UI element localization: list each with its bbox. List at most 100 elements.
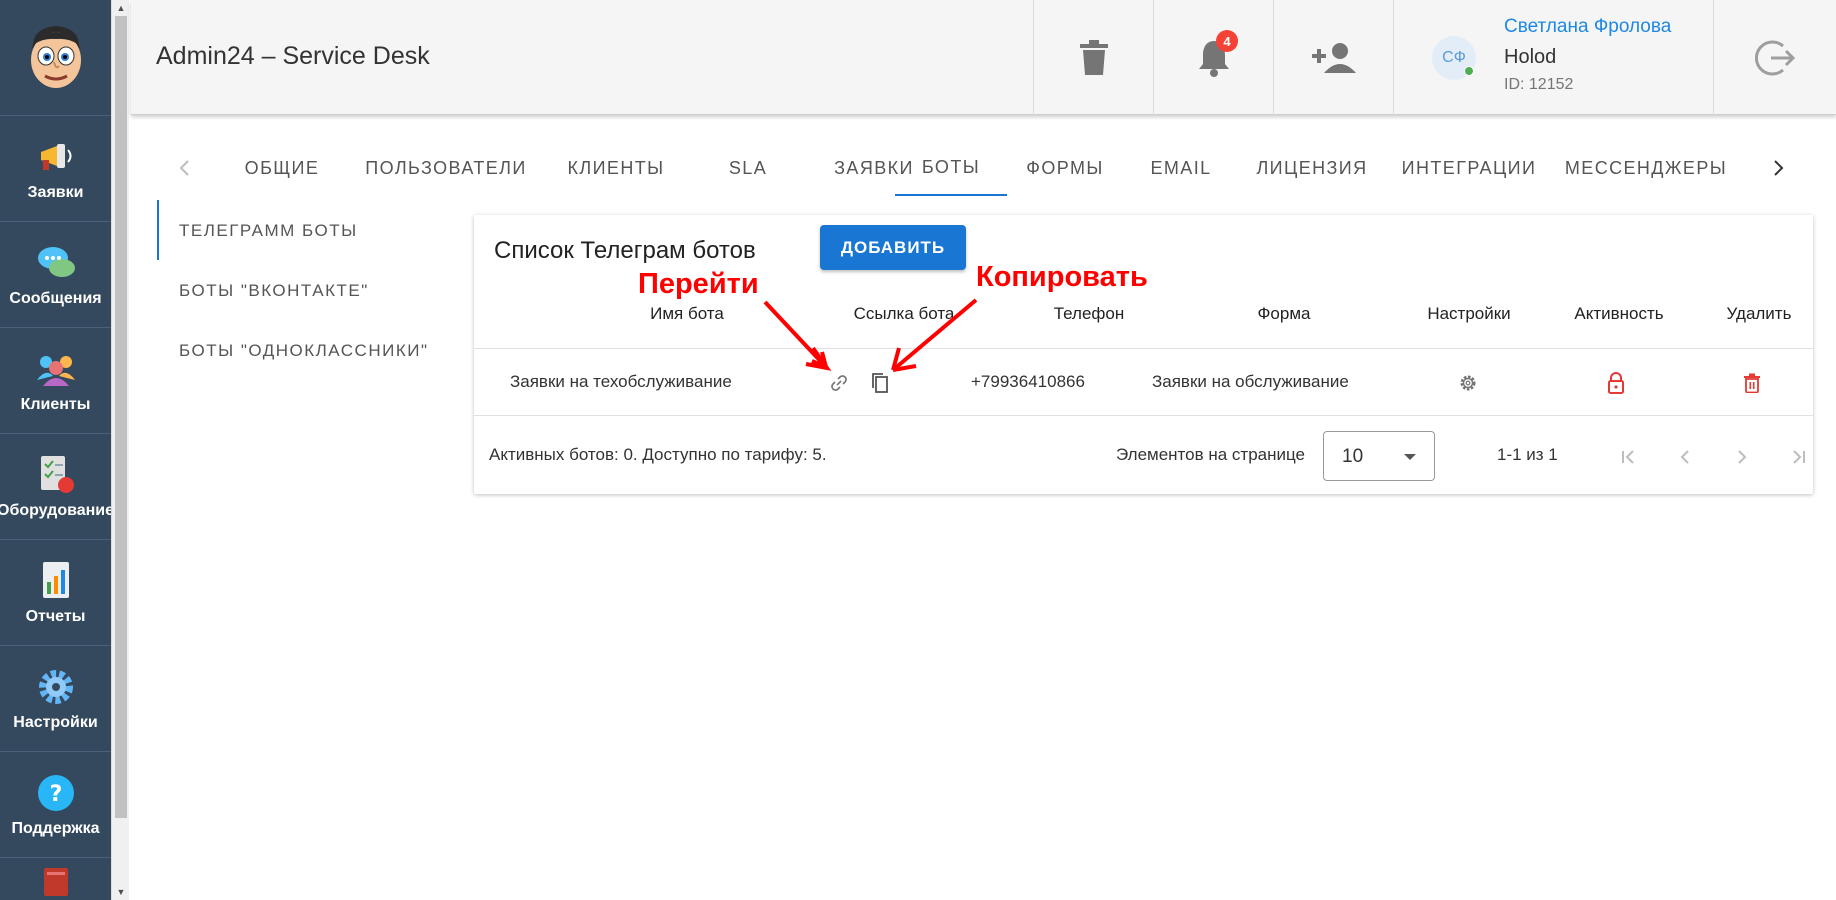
copy-icon [872,373,888,393]
gear-icon [1460,375,1476,391]
sidebar: Заявки Сообщения Клиенты Оборудование От… [0,0,115,900]
bot-activity-toggle[interactable] [1603,370,1629,396]
link-icon [831,375,847,391]
tab-sla[interactable]: SLA [686,140,810,196]
tab-users[interactable]: ПОЛЬЗОВАТЕЛИ [346,140,546,196]
subnav-telegram-bots[interactable]: ТЕЛЕГРАММ БОТЫ [179,221,358,241]
chevron-right-icon [1738,450,1747,464]
chat-bubbles-icon [35,242,77,284]
tab-messengers[interactable]: МЕССЕНДЖЕРЫ [1553,140,1739,196]
sidebar-item-support[interactable]: ? Поддержка [0,751,111,857]
help-question-icon: ? [35,772,77,814]
equipment-checklist-icon [35,454,77,496]
sidebar-item-requests[interactable]: Заявки [0,115,111,221]
sidebar-item-label: Настройки [13,713,98,731]
tab-general[interactable]: ОБЩИЕ [218,140,346,196]
notifications-badge: 4 [1216,30,1238,52]
previous-page-button[interactable] [1665,437,1705,477]
last-page-button[interactable] [1779,437,1819,477]
user-company: Holod [1504,46,1557,68]
add-user-button[interactable] [1273,0,1393,115]
sidebar-item-label: Поддержка [11,819,100,837]
add-user-icon [1311,42,1356,73]
sidebar-item-reports[interactable]: Отчеты [0,539,111,645]
online-status-dot [1464,66,1474,76]
delete-bot-button[interactable] [1739,370,1765,396]
caret-down-icon [1404,454,1416,460]
trash-icon [1744,373,1760,393]
next-page-button[interactable] [1722,437,1762,477]
gear-icon [35,666,77,708]
open-link-button[interactable] [826,370,852,396]
app-title: Admin24 – Service Desk [156,42,430,70]
bot-name-cell: Заявки на техобслуживание [510,372,732,391]
scroll-down-arrow-icon[interactable]: ▼ [112,884,130,900]
chevron-left-icon [179,160,189,176]
sidebar-item-label: Отчеты [25,607,86,625]
column-header-activity: Активность [1574,304,1664,323]
sidebar-item-label: Сообщения [9,289,102,307]
pagination-range: 1-1 из 1 [1497,445,1558,464]
tab-license[interactable]: ЛИЦЕНЗИЯ [1239,140,1385,196]
tab-forms[interactable]: ФОРМЫ [1007,140,1123,196]
sidebar-item-messages[interactable]: Сообщения [0,221,111,327]
report-chart-icon [35,560,77,602]
top-header: Admin24 – Service Desk 4 СФ Светлана Фро… [131,0,1836,115]
notifications-button[interactable]: 4 [1153,0,1273,115]
table-divider [474,348,1813,349]
bots-summary: Активных ботов: 0. Доступно по тарифу: 5… [489,445,827,464]
settings-tabs: ОБЩИЕ ПОЛЬЗОВАТЕЛИ КЛИЕНТЫ SLA ЗАЯВКИ БО… [158,140,1798,196]
user-id: ID: 12152 [1504,76,1574,93]
sidebar-item-label: Клиенты [20,395,91,413]
sidebar-item-clients[interactable]: Клиенты [0,327,111,433]
tab-email[interactable]: EMAIL [1123,140,1239,196]
svg-text:?: ? [49,782,62,807]
bot-settings-button[interactable] [1455,370,1481,396]
column-header-delete: Удалить [1726,304,1792,323]
column-header-settings: Настройки [1427,304,1511,323]
trash-button[interactable] [1033,0,1153,115]
user-name[interactable]: Светлана Фролова [1504,16,1671,38]
per-page-value: 10 [1342,446,1364,467]
book-icon [43,868,68,896]
subnav-ok-bots[interactable]: БОТЫ "ОДНОКЛАССНИКИ" [179,341,428,361]
column-header-form: Форма [1257,304,1311,323]
table-divider [474,415,1813,416]
sidebar-item-settings[interactable]: Настройки [0,645,111,751]
last-page-icon [1793,450,1805,464]
tabs-scroll-right-button[interactable] [1759,140,1799,196]
subnav-vk-bots[interactable]: БОТЫ "ВКОНТАКТЕ" [179,281,369,301]
tab-integrations[interactable]: ИНТЕГРАЦИИ [1385,140,1553,196]
annotation-copy: Копировать [976,261,1148,293]
trash-icon [1079,39,1108,75]
sidebar-item-equipment[interactable]: Оборудование [0,433,115,539]
logout-button[interactable] [1713,0,1836,115]
cartoon-face-icon [30,25,81,88]
user-profile[interactable]: СФ Светлана Фролова Holod ID: 12152 [1393,0,1713,115]
sidebar-scrollbar[interactable]: ▲ ▼ [111,0,129,900]
lock-icon [1608,372,1624,394]
tab-clients[interactable]: КЛИЕНТЫ [546,140,686,196]
copy-link-button[interactable] [867,370,893,396]
sidebar-item-label: Оборудование [0,501,115,519]
tabs-scroll-left-button[interactable] [164,140,204,196]
logo-avatar[interactable] [0,0,111,115]
per-page-select[interactable]: 10 [1323,431,1435,481]
sidebar-item-label: Заявки [27,183,84,201]
form-cell: Заявки на обслуживание [1152,372,1349,391]
add-bot-button[interactable]: ДОБАВИТЬ [820,225,966,270]
annotation-go: Перейти [638,268,759,300]
scroll-up-arrow-icon[interactable]: ▲ [112,0,130,16]
column-header-bot-link: Ссылка бота [853,304,955,323]
per-page-label: Элементов на странице [1116,445,1306,464]
chevron-right-icon [1774,160,1784,176]
subnav-active-indicator [157,200,159,260]
sidebar-item-more[interactable] [0,857,111,900]
telegram-bots-card: Список Телеграм ботов ДОБАВИТЬ Имя бота … [474,215,1813,494]
scroll-thumb[interactable] [115,16,127,818]
first-page-button[interactable] [1608,437,1648,477]
tab-bots[interactable]: БОТЫ [895,140,1007,196]
card-title: Список Телеграм ботов [494,237,756,264]
column-header-bot-name: Имя бота [650,304,724,323]
column-header-phone: Телефон [1053,304,1125,323]
